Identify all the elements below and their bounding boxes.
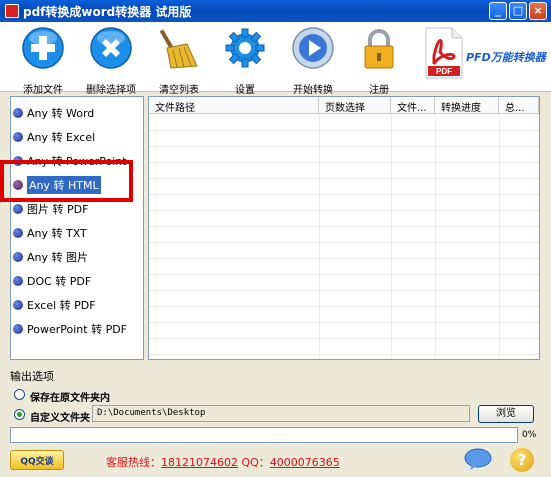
sidebar-item-label: Any 转 Excel [27, 131, 96, 144]
sidebar-item-label: PowerPoint 转 PDF [27, 323, 127, 336]
qq-prefix: QQ： [237, 456, 270, 469]
column-header-page-select[interactable]: 页数选择 [319, 97, 391, 113]
delete-icon [90, 27, 132, 69]
same-folder-radio[interactable] [14, 389, 25, 400]
radio-bullet-icon [13, 300, 23, 310]
lock-icon [364, 29, 394, 69]
column-header-total[interactable]: 总... [499, 97, 539, 113]
title-bar: pdf转换成word转换器 试用版 _ □ × [0, 0, 551, 22]
add-file-button[interactable]: 添加文件 [8, 26, 78, 96]
sidebar-item-excel-to-pdf[interactable]: Excel 转 PDF [13, 295, 96, 315]
clear-list-label: 清空列表 [159, 85, 199, 96]
sidebar-item-any-to-word[interactable]: Any 转 Word [13, 103, 94, 123]
column-divider [391, 115, 392, 359]
column-header-file-path[interactable]: 文件路径 [149, 97, 319, 113]
delete-selected-label: 删除选择项 [86, 85, 136, 96]
window-title: pdf转换成word转换器 试用版 [23, 4, 192, 19]
custom-folder-label: 自定义文件夹 [30, 413, 90, 424]
sidebar-item-label: Excel 转 PDF [27, 299, 96, 312]
pdf-logo-text: PDF [436, 67, 452, 76]
sidebar-item-label: Any 转 Word [27, 107, 95, 120]
help-icon[interactable]: ? [510, 448, 534, 472]
custom-folder-radio[interactable] [14, 409, 25, 420]
qq-number-link[interactable]: 4000076365 [270, 456, 340, 469]
radio-bullet-icon [13, 276, 23, 286]
radio-bullet-icon [13, 132, 23, 142]
sidebar-item-label: DOC 转 PDF [27, 275, 92, 288]
qq-chat-label: QQ交谈 [20, 456, 54, 467]
column-divider [319, 115, 320, 359]
radio-bullet-icon [13, 204, 23, 214]
toolbar: 添加文件 删除选择项 清空列表 设置 开始转换 注册 PDF PFD万能转换器 [0, 22, 551, 96]
sidebar-item-any-to-image[interactable]: Any 转 图片 [13, 247, 88, 267]
sidebar-item-doc-to-pdf[interactable]: DOC 转 PDF [13, 271, 91, 291]
radio-bullet-icon [13, 324, 23, 334]
gear-icon [225, 28, 265, 68]
sidebar-item-powerpoint-to-pdf[interactable]: PowerPoint 转 PDF [13, 319, 127, 339]
window-controls: _ □ × [489, 2, 547, 20]
table-body[interactable] [149, 115, 539, 359]
browse-button[interactable]: 浏览 [478, 405, 534, 423]
add-icon [22, 27, 64, 69]
column-header-file[interactable]: 文件... [391, 97, 435, 113]
highlight-annotation-box [0, 160, 133, 202]
column-divider [499, 115, 500, 359]
maximize-button[interactable]: □ [509, 2, 527, 20]
table-header: 文件路径 页数选择 文件... 转换进度 总... [149, 97, 539, 114]
column-header-progress[interactable]: 转换进度 [435, 97, 499, 113]
app-icon [5, 4, 19, 18]
column-divider [435, 115, 436, 359]
delete-selected-button[interactable]: 删除选择项 [76, 26, 146, 96]
brand-text: PFD万能转换器 [466, 51, 546, 64]
sidebar-item-label: Any 转 TXT [27, 227, 87, 240]
sidebar-item-image-to-pdf[interactable]: 图片 转 PDF [13, 199, 88, 219]
hotline-label: 客服热线： [106, 456, 161, 469]
clear-list-button[interactable]: 清空列表 [144, 26, 214, 96]
sidebar-item-label: Any 转 图片 [27, 251, 88, 264]
settings-button[interactable]: 设置 [210, 26, 280, 96]
sidebar-item-label: 图片 转 PDF [27, 203, 89, 216]
chat-bubble-icon[interactable] [464, 448, 492, 470]
start-convert-label: 开始转换 [293, 85, 333, 96]
output-path-input[interactable]: D:\Documents\Desktop [92, 405, 470, 422]
start-convert-button[interactable]: 开始转换 [278, 26, 348, 96]
register-button[interactable]: 注册 [344, 26, 414, 96]
close-button[interactable]: × [529, 2, 547, 20]
minimize-button[interactable]: _ [489, 2, 507, 20]
progress-percent: 0% [522, 430, 537, 440]
settings-label: 设置 [235, 85, 255, 96]
pdf-logo-icon: PDF [425, 27, 463, 79]
radio-bullet-icon [13, 108, 23, 118]
sidebar-item-any-to-excel[interactable]: Any 转 Excel [13, 127, 95, 147]
play-icon [292, 27, 334, 69]
radio-bullet-icon [13, 252, 23, 262]
output-options-label: 输出选项 [10, 370, 54, 383]
register-label: 注册 [369, 85, 389, 96]
hotline-phone-link[interactable]: 18121074602 [161, 456, 238, 469]
sidebar-item-any-to-txt[interactable]: Any 转 TXT [13, 223, 87, 243]
service-hotline: 客服热线：18121074602 QQ：4000076365 [106, 454, 340, 470]
qq-chat-button[interactable]: QQ交谈 [10, 450, 64, 470]
same-folder-label: 保存在原文件夹内 [30, 393, 110, 404]
conversion-progress-bar [10, 427, 518, 443]
radio-bullet-icon [13, 228, 23, 238]
file-table: 文件路径 页数选择 文件... 转换进度 总... [148, 96, 540, 360]
broom-icon [159, 29, 198, 69]
conversion-type-list: Any 转 Word Any 转 Excel Any 转 PowerPoint … [10, 96, 144, 360]
add-file-label: 添加文件 [23, 85, 63, 96]
